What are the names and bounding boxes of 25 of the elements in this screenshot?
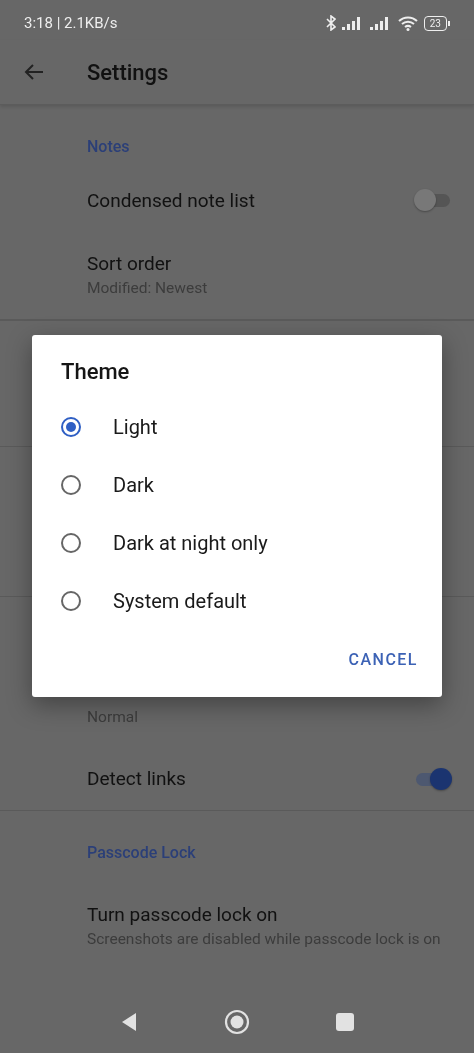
option-label[interactable]: Dark <box>113 473 154 497</box>
radio-button[interactable] <box>61 417 81 437</box>
status-time: 3:18 | 2.1KB/s <box>24 14 118 32</box>
toggle-switch[interactable] <box>414 767 450 790</box>
screen-title: Settings <box>87 59 169 85</box>
setting-title: Sort order <box>87 251 172 275</box>
wifi-icon <box>397 15 418 31</box>
radio-button[interactable] <box>61 591 81 611</box>
radio-button[interactable] <box>61 533 81 553</box>
back-button[interactable] <box>120 1012 138 1032</box>
section-header: Notes <box>87 136 130 156</box>
dialog-title: Theme <box>61 359 131 384</box>
setting-title: Turn passcode lock on <box>87 903 278 926</box>
radio-button[interactable] <box>61 475 81 495</box>
option-label[interactable]: Dark at night only <box>113 531 268 555</box>
setting-title: Condensed note list <box>87 188 255 212</box>
bluetooth-icon <box>325 15 336 31</box>
option-label[interactable]: Light <box>113 415 158 439</box>
cancel-button[interactable]: CANCEL <box>348 642 418 677</box>
battery-icon: 23 <box>423 15 450 31</box>
toggle-switch[interactable] <box>414 189 450 211</box>
section-header: Passcode Lock <box>87 842 196 862</box>
setting-title: Detect links <box>87 767 186 790</box>
option-label[interactable]: System default <box>113 589 247 613</box>
home-button[interactable] <box>224 1009 250 1035</box>
